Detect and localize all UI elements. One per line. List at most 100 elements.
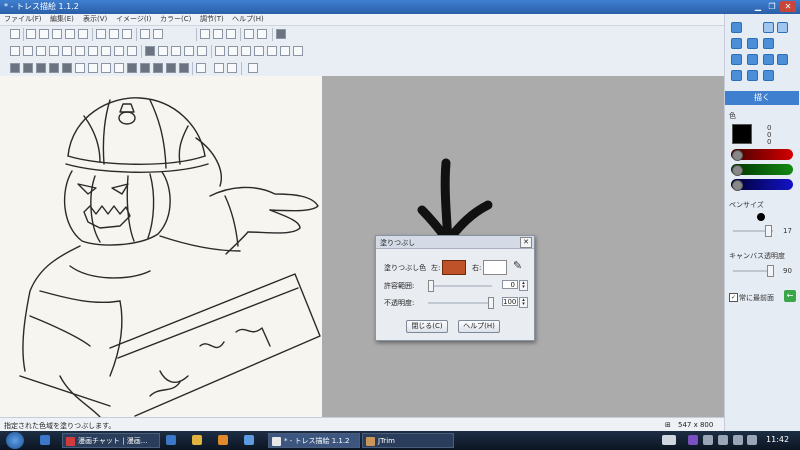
toolbar-icon[interactable] bbox=[10, 29, 20, 39]
folder-tool-icon[interactable] bbox=[731, 70, 742, 81]
rotate-left-icon[interactable] bbox=[49, 46, 59, 56]
menu-file[interactable]: ファイル(F) bbox=[4, 14, 42, 25]
start-button[interactable] bbox=[6, 432, 24, 449]
eraser-tool-icon[interactable] bbox=[731, 38, 742, 49]
flag-icon[interactable] bbox=[733, 435, 743, 445]
cut-icon[interactable] bbox=[96, 29, 106, 39]
blur-icon[interactable] bbox=[254, 46, 264, 56]
menu-view[interactable]: 表示(V) bbox=[83, 14, 107, 25]
invert-icon[interactable] bbox=[127, 46, 137, 56]
current-color-swatch[interactable] bbox=[732, 124, 752, 144]
undo-tool-icon[interactable] bbox=[763, 22, 774, 33]
canvas-icon[interactable] bbox=[88, 46, 98, 56]
shade-icon[interactable] bbox=[62, 63, 72, 73]
undo-icon[interactable] bbox=[140, 29, 150, 39]
filter-icon[interactable] bbox=[197, 46, 207, 56]
flip-horizontal-icon[interactable] bbox=[10, 46, 20, 56]
help-button[interactable]: ヘルプ(H) bbox=[458, 320, 500, 333]
layer-icon[interactable] bbox=[276, 29, 286, 39]
refresh-icon[interactable] bbox=[101, 46, 111, 56]
copy-tool-icon[interactable] bbox=[747, 54, 758, 65]
grid-icon[interactable] bbox=[244, 29, 254, 39]
tolerance-thumb[interactable] bbox=[428, 280, 434, 292]
save-as-icon[interactable] bbox=[65, 29, 75, 39]
panel-icon[interactable] bbox=[257, 29, 267, 39]
settings-icon[interactable] bbox=[280, 46, 290, 56]
pen-size-thumb[interactable] bbox=[765, 225, 772, 237]
print-icon[interactable] bbox=[78, 29, 88, 39]
eraser-icon[interactable] bbox=[241, 46, 251, 56]
red-knob[interactable] bbox=[732, 150, 743, 161]
tolerance-spinner-icon[interactable]: ▴ ▾ bbox=[519, 280, 528, 291]
clock[interactable]: 11:42 bbox=[766, 435, 789, 444]
save-tool-icon[interactable] bbox=[763, 70, 774, 81]
dialog-close-icon[interactable]: ✕ bbox=[520, 237, 532, 248]
help-tray-icon[interactable] bbox=[703, 435, 713, 445]
menu-image[interactable]: イメージ(I) bbox=[116, 14, 151, 25]
folder-icon[interactable] bbox=[192, 435, 202, 445]
zoom-out-icon[interactable] bbox=[227, 63, 237, 73]
shade-icon[interactable] bbox=[36, 63, 46, 73]
minimize-icon[interactable]: ▁ bbox=[752, 1, 764, 12]
resize-icon[interactable] bbox=[75, 46, 85, 56]
open-file-icon[interactable] bbox=[39, 29, 49, 39]
sun-icon[interactable] bbox=[171, 46, 181, 56]
brightness-icon[interactable] bbox=[158, 46, 168, 56]
shade-icon[interactable] bbox=[10, 63, 20, 73]
close-button[interactable]: 閉じる(C) bbox=[406, 320, 448, 333]
flip-vertical-icon[interactable] bbox=[23, 46, 33, 56]
shade-icon[interactable] bbox=[153, 63, 163, 73]
text-icon[interactable] bbox=[213, 29, 223, 39]
rotate-icon[interactable] bbox=[36, 46, 46, 56]
line-icon[interactable] bbox=[226, 29, 236, 39]
ie-icon[interactable] bbox=[40, 435, 50, 445]
redo-tool-icon[interactable] bbox=[777, 22, 788, 33]
shade-icon[interactable] bbox=[49, 63, 59, 73]
shade-icon[interactable] bbox=[23, 63, 33, 73]
fill-dark-icon[interactable] bbox=[145, 46, 155, 56]
zoom-in-icon[interactable] bbox=[214, 63, 224, 73]
new-file-icon[interactable] bbox=[26, 29, 36, 39]
menu-help[interactable]: ヘルプ(H) bbox=[232, 14, 264, 25]
zoom-icon[interactable] bbox=[196, 63, 206, 73]
opacity-slider[interactable] bbox=[428, 302, 492, 304]
image-tool-icon[interactable] bbox=[763, 38, 774, 49]
menu-adjust[interactable]: 調节(T) bbox=[200, 14, 224, 25]
scissors-tool-icon[interactable] bbox=[763, 54, 774, 65]
left-color-swatch[interactable] bbox=[442, 260, 466, 275]
pattern-icon[interactable] bbox=[75, 63, 85, 73]
app-icon[interactable] bbox=[244, 435, 254, 445]
fill-tool-icon[interactable] bbox=[777, 54, 788, 65]
shade-icon[interactable] bbox=[140, 63, 150, 73]
always-on-top-checkbox[interactable]: ✓ bbox=[729, 293, 738, 302]
volume-icon[interactable] bbox=[747, 435, 757, 445]
canvas-opacity-thumb[interactable] bbox=[767, 265, 774, 277]
close-icon[interactable]: ✕ bbox=[780, 1, 796, 12]
taskbar-item-chat[interactable]: 漫画チャット | 漫画... bbox=[62, 433, 160, 448]
opacity-thumb[interactable] bbox=[488, 297, 494, 309]
draw-button[interactable]: 描く bbox=[725, 91, 799, 105]
shade-icon[interactable] bbox=[179, 63, 189, 73]
drawing-canvas[interactable] bbox=[0, 76, 322, 417]
menu-color[interactable]: カラー(C) bbox=[160, 14, 191, 25]
taskbar-item-jtrim[interactable]: JTrim bbox=[362, 433, 454, 448]
redo-icon[interactable] bbox=[153, 29, 163, 39]
ime-icon[interactable] bbox=[688, 435, 698, 445]
paste-icon[interactable] bbox=[122, 29, 132, 39]
save-icon[interactable] bbox=[52, 29, 62, 39]
tolerance-input[interactable]: 0 bbox=[502, 280, 518, 289]
pattern-icon[interactable] bbox=[101, 63, 111, 73]
select-icon[interactable] bbox=[200, 29, 210, 39]
eyedropper-icon[interactable] bbox=[248, 63, 258, 73]
menu-edit[interactable]: 編集(E) bbox=[50, 14, 74, 25]
move-tool-icon[interactable] bbox=[731, 54, 742, 65]
opacity-input[interactable]: 100 bbox=[502, 297, 518, 306]
taskbar-item-trace[interactable]: * - トレス描絵 1.1.2 bbox=[268, 433, 360, 448]
shade-icon[interactable] bbox=[127, 63, 137, 73]
mirror-icon[interactable] bbox=[114, 46, 124, 56]
brush-icon[interactable] bbox=[228, 46, 238, 56]
eyedropper-icon[interactable]: ✎ bbox=[513, 259, 522, 272]
tray-icon[interactable] bbox=[718, 435, 728, 445]
blue-knob[interactable] bbox=[732, 180, 743, 191]
language-icon[interactable] bbox=[662, 435, 676, 445]
